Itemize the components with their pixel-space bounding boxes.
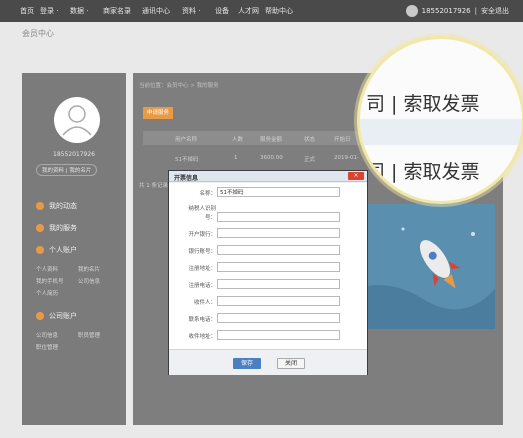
sidebar-phone: 18552017926 — [53, 151, 95, 158]
th-user-name: 用户名称 — [175, 137, 198, 143]
nav-equipment[interactable]: 设备 — [215, 6, 229, 16]
logout-link[interactable]: 安全退出 — [481, 6, 509, 16]
close-icon[interactable]: × — [348, 172, 364, 180]
table-cell-amount: 3600.00 — [260, 155, 283, 161]
apply-service-button[interactable]: 申请服务 — [143, 107, 173, 119]
sub-item-my-phone[interactable]: 我的手机号 — [36, 277, 64, 285]
sidebar-item-label: 我的动态 — [49, 202, 77, 210]
invoice-dialog: 开票信息 × 名称： 纳税人识别 号： 开户银行： 银行账号： 注册地址： 注册… — [168, 170, 368, 375]
sidebar-item-my-activity[interactable]: 我的动态 — [36, 201, 77, 211]
field-label-tax-id-line1: 纳税人识别 — [188, 206, 216, 212]
zoom-magnifier: 司 | 索取发票 司 | 索取发票 — [357, 36, 523, 204]
table-cell-start-date: 2019-01- — [334, 155, 359, 161]
sub-item-staff-management[interactable]: 职员管理 — [78, 331, 100, 339]
nav-home[interactable]: 首页 — [20, 6, 34, 16]
nav-login[interactable]: 登录 · — [40, 6, 58, 16]
user-phone[interactable]: 18552017926 — [422, 7, 471, 15]
nav-talent[interactable]: 人才网 — [238, 6, 259, 16]
recipient-field[interactable] — [217, 296, 340, 306]
bank-account-field[interactable] — [217, 245, 340, 255]
user-silhouette-icon — [62, 105, 92, 136]
field-label-reg-phone: 注册电话： — [188, 283, 216, 289]
field-label-contact-phone: 联系电话： — [188, 317, 216, 323]
field-label-name: 名称： — [199, 191, 216, 197]
bank-field[interactable] — [217, 228, 340, 238]
sub-item-resume[interactable]: 个人简历 — [36, 289, 58, 297]
contact-phone-field[interactable] — [217, 313, 340, 323]
activity-icon — [36, 202, 44, 210]
sidebar-item-personal-account[interactable]: 个人账户 — [36, 245, 77, 255]
th-start-date: 开始日 — [334, 137, 351, 143]
page-title: 会员中心 — [22, 29, 54, 38]
magnified-invoice-link-dimmed: 司 | 索取发票 — [366, 161, 480, 183]
sub-item-my-card[interactable]: 我的名片 — [78, 265, 100, 273]
table-cell-status: 正式 — [304, 157, 316, 163]
nav-help-center[interactable]: 帮助中心 — [265, 6, 293, 16]
user-area: 18552017926 | 安全退出 — [405, 5, 509, 17]
nav-materials[interactable]: 资料 · — [182, 6, 200, 16]
sub-item-position-management[interactable]: 职位管理 — [36, 343, 58, 351]
th-amount: 服务金额 — [260, 137, 283, 143]
nav-data[interactable]: 数据 · — [70, 6, 88, 16]
dialog-footer: 保存 关闭 — [169, 349, 367, 375]
field-label-account: 银行账号： — [188, 249, 216, 255]
avatar[interactable] — [54, 97, 100, 143]
sidebar-item-label: 公司账户 — [49, 312, 77, 320]
sidebar-item-label: 个人账户 — [49, 246, 77, 254]
th-status: 状态 — [304, 137, 316, 143]
breadcrumb: 当前位置：会员中心 > 我的服务 — [139, 83, 219, 89]
shipping-address-field[interactable] — [217, 330, 340, 340]
table-cell-user-name: 51不掉码 — [175, 157, 199, 163]
name-field[interactable] — [217, 187, 340, 197]
field-label-reg-address: 注册地址： — [188, 266, 216, 272]
sidebar-item-company-account[interactable]: 公司账户 — [36, 311, 77, 321]
close-button[interactable]: 关闭 — [277, 358, 305, 369]
company-icon — [36, 312, 44, 320]
field-label-bank: 开户银行： — [188, 232, 216, 238]
magnified-invoice-link: 司 | 索取发票 — [366, 93, 480, 115]
th-count: 人数 — [232, 137, 244, 143]
service-icon — [36, 224, 44, 232]
account-icon — [36, 246, 44, 254]
sub-item-personal-profile[interactable]: 个人资料 — [36, 265, 58, 273]
sub-item-company-info-2[interactable]: 公司信息 — [36, 331, 58, 339]
reg-phone-field[interactable] — [217, 279, 340, 289]
top-nav-bar: 首页 登录 · 数据 · 商家名录 通讯中心 资料 · 设备 人才网 帮助中心 … — [0, 0, 523, 22]
sidebar: 18552017926 我的资料 | 我的名片 我的动态 我的服务 个人账户 个… — [22, 73, 126, 425]
sidebar-item-my-service[interactable]: 我的服务 — [36, 223, 77, 233]
user-avatar-icon[interactable] — [405, 5, 418, 17]
nav-separator: | — [474, 7, 477, 15]
save-button[interactable]: 保存 — [233, 358, 261, 369]
reg-address-field[interactable] — [217, 262, 340, 272]
dialog-body: 名称： 纳税人识别 号： 开户银行： 银行账号： 注册地址： 注册电话： 收件人… — [169, 183, 367, 349]
field-label-shipping-address: 收件地址： — [188, 334, 216, 340]
nav-business-directory[interactable]: 商家名录 — [103, 6, 131, 16]
nav-message-center[interactable]: 通讯中心 — [142, 6, 170, 16]
dialog-header: 开票信息 × — [169, 171, 367, 182]
sidebar-item-label: 我的服务 — [49, 224, 77, 232]
magnified-dialog-strip — [360, 119, 522, 145]
field-label-tax-id: 号： — [204, 215, 216, 221]
dialog-title: 开票信息 — [174, 175, 199, 182]
table-cell-count: 1 — [234, 155, 238, 161]
tax-id-field[interactable] — [217, 212, 340, 222]
sub-item-company-info[interactable]: 公司信息 — [78, 277, 100, 285]
record-count: 共 1 条记录 — [139, 183, 168, 189]
field-label-recipient: 收件人： — [193, 300, 216, 306]
profile-links[interactable]: 我的资料 | 我的名片 — [36, 164, 98, 176]
